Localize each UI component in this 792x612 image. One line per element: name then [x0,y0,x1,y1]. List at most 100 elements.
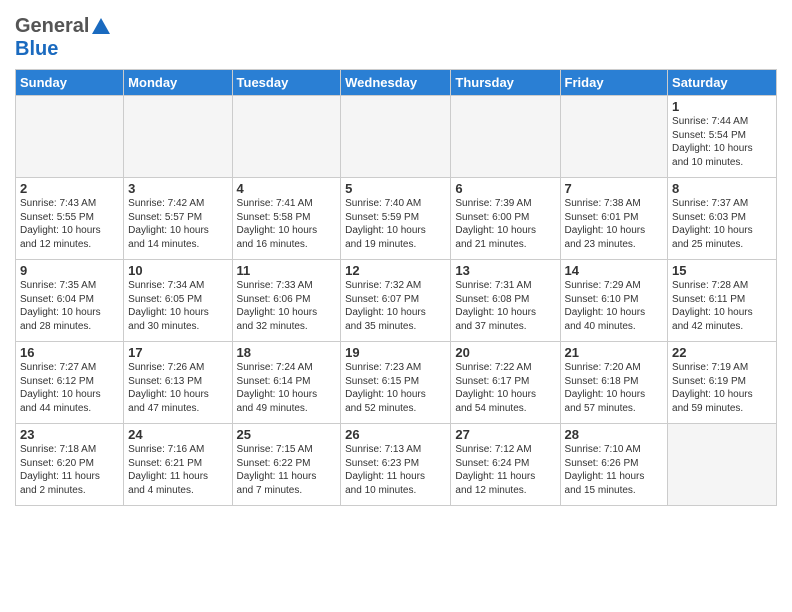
day-number: 28 [565,427,664,442]
day-info: Sunrise: 7:33 AM Sunset: 6:06 PM Dayligh… [237,279,337,333]
calendar-cell: 18Sunrise: 7:24 AM Sunset: 6:14 PM Dayli… [232,342,341,424]
calendar-cell [232,96,341,178]
day-info: Sunrise: 7:22 AM Sunset: 6:17 PM Dayligh… [455,361,555,415]
main-container: General Blue SundayMondayTuesdayWednesda… [0,0,792,511]
day-info: Sunrise: 7:16 AM Sunset: 6:21 PM Dayligh… [128,443,227,497]
day-info: Sunrise: 7:27 AM Sunset: 6:12 PM Dayligh… [20,361,119,415]
day-number: 4 [237,181,337,196]
day-info: Sunrise: 7:31 AM Sunset: 6:08 PM Dayligh… [455,279,555,333]
calendar-cell [451,96,560,178]
logo-blue: Blue [15,38,58,61]
calendar-cell: 12Sunrise: 7:32 AM Sunset: 6:07 PM Dayli… [341,260,451,342]
day-number: 9 [20,263,119,278]
day-number: 5 [345,181,446,196]
calendar-weekday-wednesday: Wednesday [341,70,451,96]
calendar-cell: 23Sunrise: 7:18 AM Sunset: 6:20 PM Dayli… [16,424,124,506]
day-number: 2 [20,181,119,196]
day-number: 13 [455,263,555,278]
day-number: 17 [128,345,227,360]
day-info: Sunrise: 7:26 AM Sunset: 6:13 PM Dayligh… [128,361,227,415]
day-number: 15 [672,263,772,278]
calendar-cell [668,424,777,506]
calendar-cell: 28Sunrise: 7:10 AM Sunset: 6:26 PM Dayli… [560,424,668,506]
day-info: Sunrise: 7:19 AM Sunset: 6:19 PM Dayligh… [672,361,772,415]
day-info: Sunrise: 7:29 AM Sunset: 6:10 PM Dayligh… [565,279,664,333]
day-info: Sunrise: 7:41 AM Sunset: 5:58 PM Dayligh… [237,197,337,251]
day-number: 25 [237,427,337,442]
day-number: 19 [345,345,446,360]
calendar-cell: 4Sunrise: 7:41 AM Sunset: 5:58 PM Daylig… [232,178,341,260]
logo-icon [90,16,112,38]
day-info: Sunrise: 7:35 AM Sunset: 6:04 PM Dayligh… [20,279,119,333]
day-number: 8 [672,181,772,196]
calendar-cell [341,96,451,178]
calendar-week-3: 9Sunrise: 7:35 AM Sunset: 6:04 PM Daylig… [16,260,777,342]
day-number: 14 [565,263,664,278]
day-number: 12 [345,263,446,278]
day-number: 6 [455,181,555,196]
calendar-week-2: 2Sunrise: 7:43 AM Sunset: 5:55 PM Daylig… [16,178,777,260]
day-info: Sunrise: 7:38 AM Sunset: 6:01 PM Dayligh… [565,197,664,251]
header: General Blue [15,10,777,61]
calendar-cell: 9Sunrise: 7:35 AM Sunset: 6:04 PM Daylig… [16,260,124,342]
calendar-cell: 13Sunrise: 7:31 AM Sunset: 6:08 PM Dayli… [451,260,560,342]
day-info: Sunrise: 7:40 AM Sunset: 5:59 PM Dayligh… [345,197,446,251]
day-number: 27 [455,427,555,442]
calendar-cell: 10Sunrise: 7:34 AM Sunset: 6:05 PM Dayli… [124,260,232,342]
day-info: Sunrise: 7:34 AM Sunset: 6:05 PM Dayligh… [128,279,227,333]
calendar-cell [560,96,668,178]
calendar-cell [16,96,124,178]
calendar-cell: 22Sunrise: 7:19 AM Sunset: 6:19 PM Dayli… [668,342,777,424]
day-info: Sunrise: 7:24 AM Sunset: 6:14 PM Dayligh… [237,361,337,415]
calendar-cell: 3Sunrise: 7:42 AM Sunset: 5:57 PM Daylig… [124,178,232,260]
day-info: Sunrise: 7:10 AM Sunset: 6:26 PM Dayligh… [565,443,664,497]
calendar-weekday-sunday: Sunday [16,70,124,96]
day-info: Sunrise: 7:39 AM Sunset: 6:00 PM Dayligh… [455,197,555,251]
calendar-cell: 14Sunrise: 7:29 AM Sunset: 6:10 PM Dayli… [560,260,668,342]
calendar-cell: 25Sunrise: 7:15 AM Sunset: 6:22 PM Dayli… [232,424,341,506]
logo: General Blue [15,10,113,61]
day-info: Sunrise: 7:13 AM Sunset: 6:23 PM Dayligh… [345,443,446,497]
calendar-cell: 6Sunrise: 7:39 AM Sunset: 6:00 PM Daylig… [451,178,560,260]
day-number: 18 [237,345,337,360]
calendar-weekday-friday: Friday [560,70,668,96]
calendar-cell: 21Sunrise: 7:20 AM Sunset: 6:18 PM Dayli… [560,342,668,424]
day-info: Sunrise: 7:44 AM Sunset: 5:54 PM Dayligh… [672,115,772,169]
day-info: Sunrise: 7:15 AM Sunset: 6:22 PM Dayligh… [237,443,337,497]
calendar-weekday-saturday: Saturday [668,70,777,96]
day-info: Sunrise: 7:37 AM Sunset: 6:03 PM Dayligh… [672,197,772,251]
day-number: 20 [455,345,555,360]
calendar-cell: 7Sunrise: 7:38 AM Sunset: 6:01 PM Daylig… [560,178,668,260]
calendar-weekday-thursday: Thursday [451,70,560,96]
calendar-table: SundayMondayTuesdayWednesdayThursdayFrid… [15,69,777,506]
day-number: 1 [672,99,772,114]
day-info: Sunrise: 7:43 AM Sunset: 5:55 PM Dayligh… [20,197,119,251]
calendar-cell: 16Sunrise: 7:27 AM Sunset: 6:12 PM Dayli… [16,342,124,424]
calendar-weekday-monday: Monday [124,70,232,96]
day-number: 21 [565,345,664,360]
calendar-cell: 1Sunrise: 7:44 AM Sunset: 5:54 PM Daylig… [668,96,777,178]
calendar-cell: 8Sunrise: 7:37 AM Sunset: 6:03 PM Daylig… [668,178,777,260]
day-number: 22 [672,345,772,360]
day-number: 16 [20,345,119,360]
calendar-cell: 11Sunrise: 7:33 AM Sunset: 6:06 PM Dayli… [232,260,341,342]
day-number: 7 [565,181,664,196]
calendar-week-4: 16Sunrise: 7:27 AM Sunset: 6:12 PM Dayli… [16,342,777,424]
day-info: Sunrise: 7:23 AM Sunset: 6:15 PM Dayligh… [345,361,446,415]
calendar-week-5: 23Sunrise: 7:18 AM Sunset: 6:20 PM Dayli… [16,424,777,506]
day-info: Sunrise: 7:20 AM Sunset: 6:18 PM Dayligh… [565,361,664,415]
day-info: Sunrise: 7:12 AM Sunset: 6:24 PM Dayligh… [455,443,555,497]
day-number: 23 [20,427,119,442]
calendar-cell: 5Sunrise: 7:40 AM Sunset: 5:59 PM Daylig… [341,178,451,260]
calendar-cell: 17Sunrise: 7:26 AM Sunset: 6:13 PM Dayli… [124,342,232,424]
calendar-weekday-tuesday: Tuesday [232,70,341,96]
calendar-cell [124,96,232,178]
calendar-cell: 24Sunrise: 7:16 AM Sunset: 6:21 PM Dayli… [124,424,232,506]
calendar-cell: 26Sunrise: 7:13 AM Sunset: 6:23 PM Dayli… [341,424,451,506]
calendar-cell: 27Sunrise: 7:12 AM Sunset: 6:24 PM Dayli… [451,424,560,506]
day-number: 11 [237,263,337,278]
calendar-cell: 19Sunrise: 7:23 AM Sunset: 6:15 PM Dayli… [341,342,451,424]
day-number: 10 [128,263,227,278]
day-number: 26 [345,427,446,442]
day-info: Sunrise: 7:28 AM Sunset: 6:11 PM Dayligh… [672,279,772,333]
